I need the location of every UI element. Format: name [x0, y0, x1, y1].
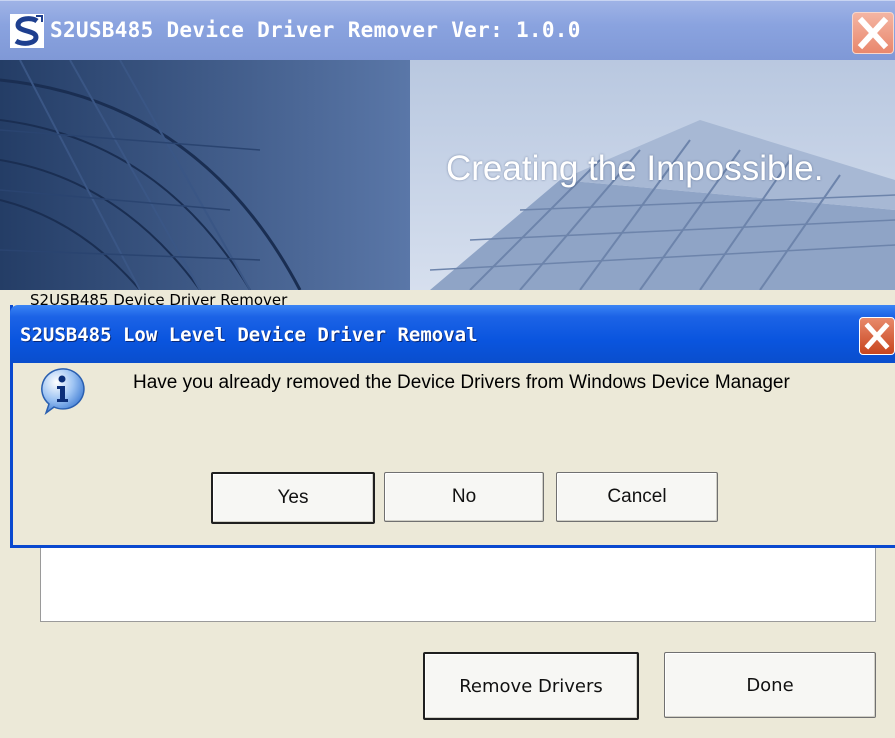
driver-list-box[interactable] [40, 545, 876, 622]
cancel-button[interactable]: Cancel [556, 472, 718, 522]
remove-drivers-button[interactable]: Remove Drivers [423, 652, 639, 720]
dialog-titlebar[interactable]: S2USB485 Low Level Device Driver Removal [10, 305, 895, 363]
main-window-title: S2USB485 Device Driver Remover Ver: 1.0.… [50, 18, 581, 42]
banner-slogan: Creating the Impossible. [446, 149, 824, 188]
close-icon [857, 16, 889, 50]
dialog-title: S2USB485 Low Level Device Driver Removal [20, 324, 478, 346]
dialog-message: Have you already removed the Device Driv… [133, 372, 790, 393]
close-icon [864, 322, 890, 350]
s-logo-icon [10, 14, 44, 48]
main-close-button[interactable] [852, 12, 894, 54]
header-banner: Creating the Impossible. [0, 60, 895, 290]
info-icon [41, 368, 85, 415]
dialog-close-button[interactable] [859, 317, 895, 355]
no-button[interactable]: No [384, 472, 544, 522]
confirm-dialog: S2USB485 Low Level Device Driver Removal… [10, 305, 895, 548]
yes-button[interactable]: Yes [211, 472, 375, 524]
done-button[interactable]: Done [664, 652, 876, 718]
main-titlebar[interactable]: S2USB485 Device Driver Remover Ver: 1.0.… [0, 0, 895, 61]
